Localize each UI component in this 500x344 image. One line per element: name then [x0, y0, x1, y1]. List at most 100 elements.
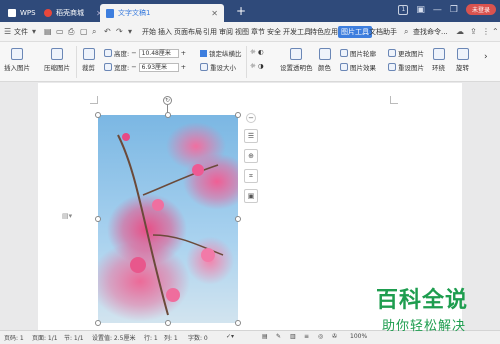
menu-layout[interactable]: 页面布局 — [174, 27, 202, 37]
read-view-icon[interactable]: ▥ — [290, 333, 296, 340]
wrap-label: 环绕 — [432, 64, 445, 72]
menu-developer[interactable]: 开发工具 — [283, 27, 311, 37]
picture-effect-button[interactable]: 图片效果 — [340, 62, 376, 72]
resize-handle-bottom[interactable] — [165, 320, 171, 326]
outline-view-icon[interactable]: ≡ — [304, 333, 309, 340]
crop-button[interactable]: 裁剪 — [82, 48, 95, 72]
menu-chapter[interactable]: 章节 — [251, 27, 265, 37]
menu-start[interactable]: 开始 — [142, 27, 156, 37]
preview-icon[interactable]: ▢ — [80, 27, 88, 36]
status-setting: 设置值: 2.5厘米 — [92, 335, 136, 342]
page-count-icon[interactable]: 1 — [398, 4, 409, 15]
reset-size-button[interactable]: 重设大小 — [200, 62, 236, 72]
status-words[interactable]: 字数: 0 — [188, 333, 208, 342]
resize-handle-top-right[interactable] — [235, 112, 241, 118]
picture-effect-label: 图片效果 — [350, 64, 376, 72]
decrement-button[interactable]: − — [131, 63, 136, 71]
web-view-icon[interactable]: ◎ — [318, 333, 323, 340]
resize-handle-left[interactable] — [95, 216, 101, 222]
picture-outline-button[interactable]: 图片轮廓 — [340, 48, 376, 58]
tab-shop[interactable]: 稻壳商城 ✕ — [38, 4, 109, 22]
wps-logo-icon — [8, 9, 16, 17]
minimize-icon[interactable]: — — [433, 5, 442, 15]
new-tab-button[interactable]: + — [236, 4, 246, 18]
increment-button[interactable]: + — [181, 49, 186, 57]
login-button[interactable]: 未登录 — [465, 4, 496, 15]
color-label: 颜色 — [318, 64, 331, 72]
rotate-handle[interactable]: ↻ — [163, 96, 172, 105]
folder-icon[interactable]: ▭ — [56, 27, 64, 36]
share-icon[interactable]: ⇪ — [470, 27, 477, 36]
paragraph-marker-icon[interactable]: ▤▾ — [62, 212, 72, 220]
menu-picture-tools[interactable]: 图片工具 — [338, 26, 372, 38]
contrast-down-icon[interactable]: ◑ — [258, 62, 264, 70]
change-picture-button[interactable]: 更改图片 — [388, 48, 424, 58]
contrast-up-icon[interactable]: ◐ — [258, 48, 264, 56]
menu-security[interactable]: 安全 — [267, 27, 281, 37]
layout-options-icon[interactable]: ☰ — [244, 129, 258, 143]
cherry-blossom-picture[interactable] — [98, 115, 238, 323]
menu-view[interactable]: 视图 — [235, 27, 249, 37]
collapse-icon[interactable]: ⌃ — [492, 27, 499, 36]
reset-size-icon — [200, 63, 208, 71]
wrap-button[interactable]: 环绕 — [432, 48, 445, 72]
undo-icon[interactable]: ↶ — [104, 27, 111, 36]
margin-corner — [390, 96, 398, 104]
redo-icon[interactable]: ↷ — [116, 27, 123, 36]
file-menu[interactable]: 文件 — [14, 27, 28, 37]
tab-wps[interactable]: WPS — [2, 4, 42, 22]
decrement-button[interactable]: − — [131, 49, 136, 57]
menu-insert[interactable]: 插入 — [158, 27, 172, 37]
maximize-icon[interactable]: ❐ — [450, 5, 458, 15]
search-icon[interactable]: ⌕ — [404, 27, 408, 37]
reset-picture-button[interactable]: 重设图片 — [388, 62, 424, 72]
color-button[interactable]: 颜色 — [318, 48, 331, 72]
skin-icon[interactable]: ▣ — [416, 5, 425, 15]
width-field[interactable]: 6.93厘米 — [138, 62, 179, 72]
resize-handle-bottom-left[interactable] — [95, 320, 101, 326]
brightness-down-icon[interactable]: ☼ — [250, 62, 256, 70]
lock-ratio-checkbox[interactable]: 锁定纵横比 — [200, 48, 242, 58]
resize-handle-top[interactable] — [165, 112, 171, 118]
resize-handle-bottom-right[interactable] — [235, 320, 241, 326]
menu-reference[interactable]: 引用 — [203, 27, 217, 37]
title-bar: WPS 稻壳商城 ✕ 文字文稿1 ✕ + 1 ▣ — ❐ 未登录 — [0, 0, 500, 22]
chevron-down-icon[interactable]: ▾ — [32, 27, 36, 36]
increment-button[interactable]: + — [181, 63, 186, 71]
chevron-down-icon[interactable]: ▾ — [128, 27, 132, 36]
status-page: 页码: 1 — [4, 335, 24, 342]
resize-handle-right[interactable] — [235, 216, 241, 222]
spellcheck-icon[interactable]: ✓▾ — [226, 333, 234, 340]
save-icon[interactable]: ▤ — [44, 27, 52, 36]
cloud-icon[interactable]: ☁ — [456, 27, 464, 36]
insert-picture-button[interactable]: 插入图片 — [4, 48, 30, 72]
more-ribbon-icon[interactable]: › — [484, 52, 488, 62]
tab-document[interactable]: 文字文稿1 ✕ — [100, 4, 224, 22]
zoom-level[interactable]: 100% — [350, 333, 367, 340]
close-icon[interactable]: ✕ — [211, 9, 218, 18]
wrap-icon — [432, 48, 445, 60]
print-icon[interactable]: ⎙ — [68, 27, 74, 37]
crop-icon[interactable]: ⌗ — [244, 169, 258, 183]
menu-review[interactable]: 审阅 — [219, 27, 233, 37]
height-field[interactable]: 10.48厘米 — [138, 48, 179, 58]
edit-icon[interactable]: ✎ — [276, 333, 281, 340]
more-icon[interactable]: ⋮ — [482, 27, 490, 36]
view-icon[interactable]: ▤ — [262, 333, 268, 340]
zoom-icon[interactable]: ⊕ — [244, 149, 258, 163]
picture-frame-icon[interactable]: ▣ — [244, 189, 258, 203]
hamburger-icon[interactable]: ☰ — [4, 27, 11, 36]
reset-picture-icon — [388, 63, 396, 71]
protect-icon[interactable]: ✇ — [332, 333, 337, 340]
resize-handle-top-left[interactable] — [95, 112, 101, 118]
rotate-button[interactable]: 旋转 — [456, 48, 469, 72]
brightness-up-icon[interactable]: ☼ — [250, 48, 256, 56]
format-icon[interactable]: ⌕ — [92, 27, 96, 37]
search-command[interactable]: 查找命令... — [413, 27, 448, 37]
compress-picture-button[interactable]: 压缩图片 — [44, 48, 70, 72]
menu-doc-assistant[interactable]: 文档助手 — [369, 27, 397, 37]
collapse-icon[interactable]: − — [246, 113, 256, 123]
branch-illustration — [117, 133, 224, 316]
menu-features[interactable]: 特色应用 — [310, 27, 338, 37]
set-transparent-button[interactable]: 设置透明色 — [280, 48, 313, 72]
